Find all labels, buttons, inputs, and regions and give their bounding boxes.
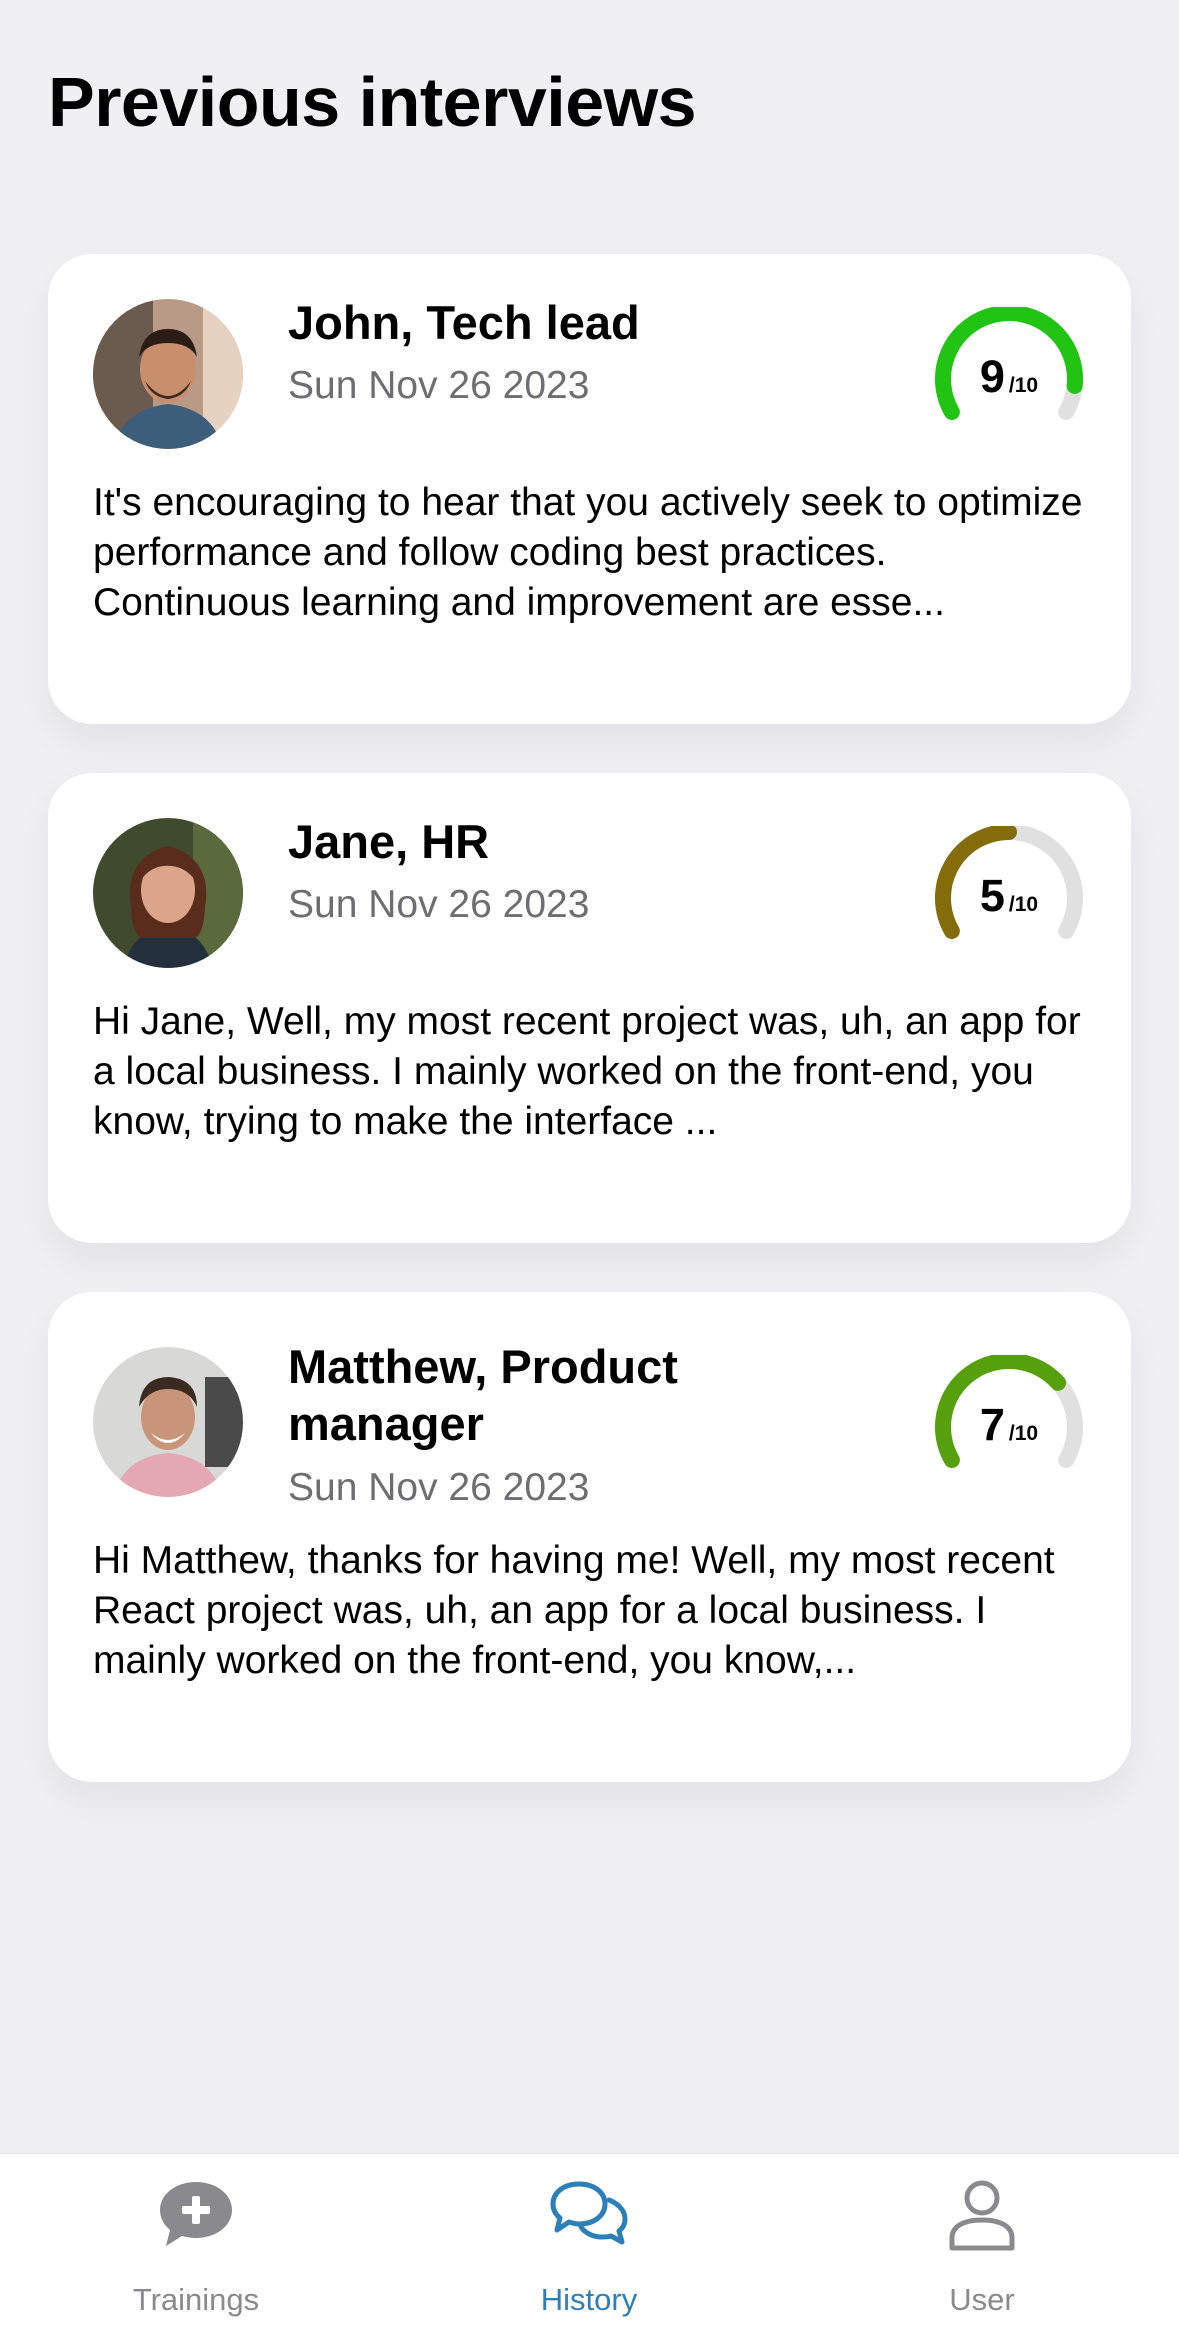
score-value: 7 xyxy=(979,1399,1005,1450)
tab-user[interactable]: User xyxy=(852,2154,1112,2329)
tab-bar: Trainings History User xyxy=(0,2153,1179,2329)
interviewer-name: Matthew, Product manager xyxy=(288,1340,678,1450)
interview-date: Sun Nov 26 2023 xyxy=(288,883,590,926)
tab-history[interactable]: History xyxy=(459,2154,719,2329)
interviewer-name: Jane, HR xyxy=(288,815,490,868)
interview-card[interactable]: Matthew, Product manager Sun Nov 26 2023… xyxy=(48,1292,1131,1782)
score-max: /10 xyxy=(1008,374,1039,397)
interviewer-name: John, Tech lead xyxy=(288,296,640,349)
tab-label: Trainings xyxy=(132,2282,260,2317)
tab-trainings[interactable]: Trainings xyxy=(66,2154,326,2329)
score-max: /10 xyxy=(1008,893,1039,916)
tab-label: History xyxy=(540,2282,638,2317)
score-value: 5 xyxy=(979,870,1005,921)
interview-date: Sun Nov 26 2023 xyxy=(288,1466,590,1509)
interview-date: Sun Nov 26 2023 xyxy=(288,364,590,407)
interview-card[interactable]: Jane, HR Sun Nov 26 2023 5/10 Hi Jane, W… xyxy=(48,773,1131,1243)
tab-label: User xyxy=(949,2282,1015,2317)
interview-snippet: It's encouraging to hear that you active… xyxy=(93,481,1083,624)
avatar xyxy=(93,1347,243,1497)
score-gauge: 5/10 xyxy=(929,826,1089,956)
history-screen: Previous interviews John, Tech lead Sun … xyxy=(0,0,1179,2329)
page-title: Previous interviews xyxy=(48,63,697,141)
interview-snippet: Hi Jane, Well, my most recent project wa… xyxy=(93,1000,1081,1143)
avatar xyxy=(93,299,243,449)
chat-bubbles-icon xyxy=(550,2181,628,2245)
score-value: 9 xyxy=(979,351,1005,402)
interview-card[interactable]: John, Tech lead Sun Nov 26 2023 9/10 It'… xyxy=(48,254,1131,724)
score-gauge: 9/10 xyxy=(929,307,1089,437)
score-max: /10 xyxy=(1008,1422,1039,1445)
score-gauge: 7/10 xyxy=(929,1355,1089,1485)
user-icon xyxy=(949,2180,1015,2251)
interview-snippet: Hi Matthew, thanks for having me! Well, … xyxy=(93,1539,1055,1682)
chat-plus-icon xyxy=(160,2182,232,2246)
avatar xyxy=(93,818,243,968)
